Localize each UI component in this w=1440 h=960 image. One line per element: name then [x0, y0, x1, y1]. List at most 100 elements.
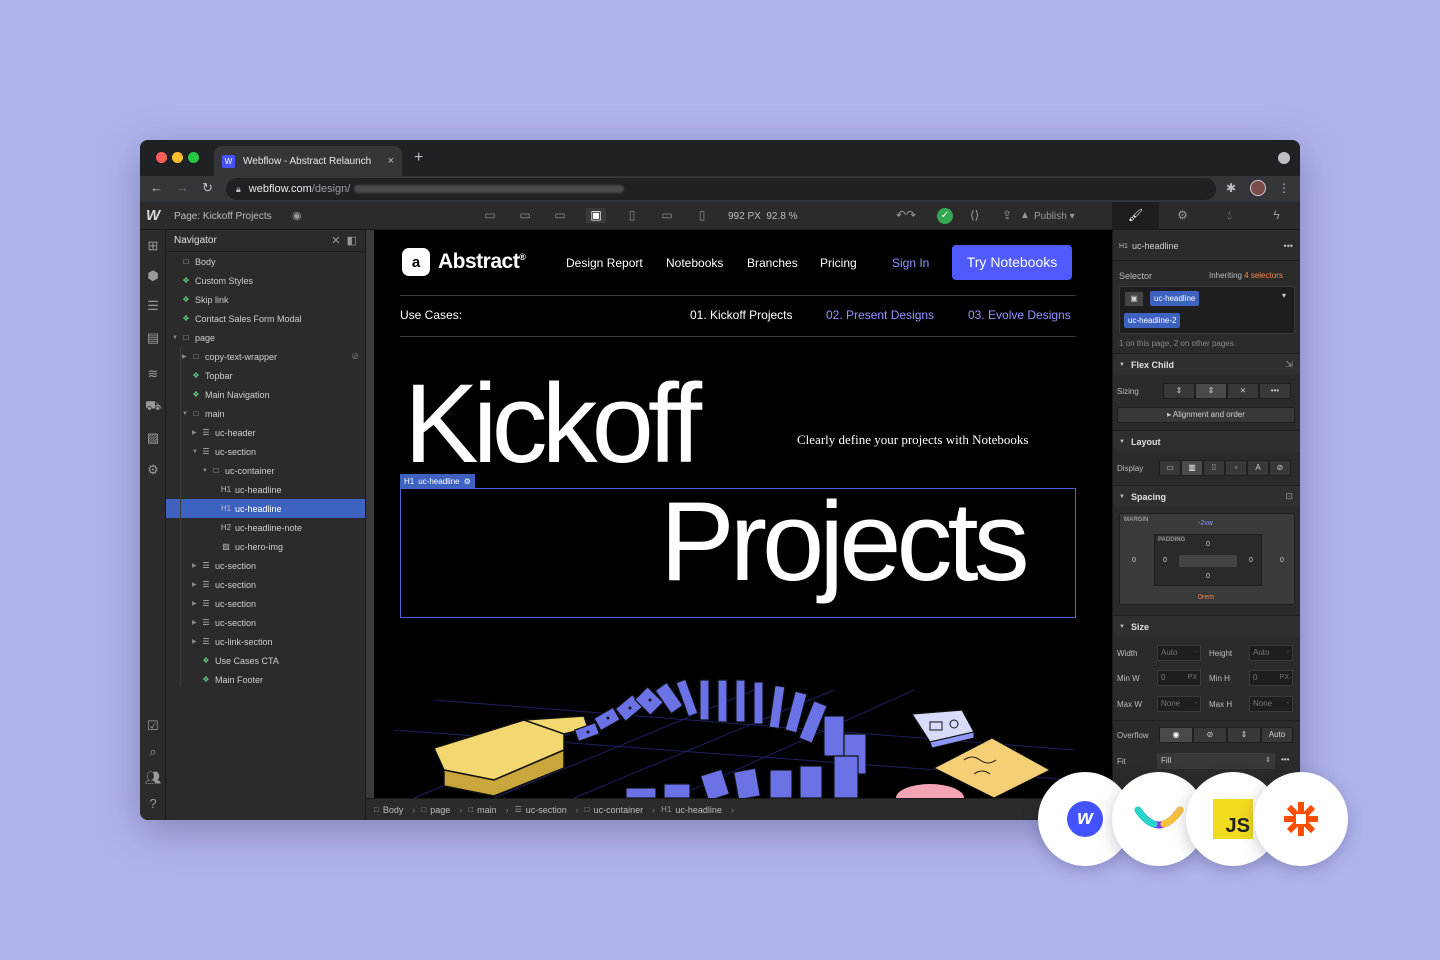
sign-in-link[interactable]: Sign In: [892, 256, 929, 270]
collapsed-caret-icon[interactable]: ▶: [192, 638, 200, 645]
navigator-node[interactable]: H1 uc-headline: [166, 499, 365, 518]
use-case-link-3[interactable]: 03. Evolve Designs: [968, 308, 1071, 322]
sizing-none-icon[interactable]: ⨯: [1227, 383, 1259, 399]
display-flex-icon[interactable]: ▥: [1181, 460, 1203, 476]
padding-top-value[interactable]: 0: [1206, 541, 1210, 548]
navigator-node[interactable]: ▶ ☰ uc-section: [166, 594, 365, 613]
sizing-more-icon[interactable]: •••: [1259, 383, 1291, 399]
max-width-field[interactable]: None -: [1157, 696, 1201, 712]
spacing-icon[interactable]: ⊡: [1285, 491, 1293, 502]
collapsed-caret-icon[interactable]: ▶: [192, 581, 200, 588]
collapsed-caret-icon[interactable]: ▶: [182, 353, 190, 360]
brand-name[interactable]: Abstract®: [438, 250, 526, 274]
navigator-node[interactable]: H1 uc-headline: [166, 480, 365, 499]
display-grid-icon[interactable]: ⁞⁞: [1203, 460, 1225, 476]
expanded-caret-icon[interactable]: ▼: [202, 468, 210, 474]
nav-link-pricing[interactable]: Pricing: [820, 256, 857, 270]
style-manager-drops-icon[interactable]: 💧︎: [1206, 202, 1253, 230]
alignment-order-toggle[interactable]: ▸ Alignment and order: [1117, 407, 1295, 423]
chevron-down-icon[interactable]: ▾: [1282, 291, 1286, 300]
height-field[interactable]: Auto -: [1249, 645, 1293, 661]
share-icon[interactable]: ⇪: [1002, 208, 1012, 222]
navigator-node[interactable]: ❖ Main Footer: [166, 670, 365, 689]
assets-image-icon[interactable]: ▨: [145, 430, 161, 446]
more-options-icon[interactable]: •••: [1284, 241, 1293, 251]
breakpoint-l-icon[interactable]: ▭: [550, 208, 570, 223]
nav-link-design-report[interactable]: Design Report: [566, 256, 643, 270]
selector-field[interactable]: ▣ uc-headline ▾ uc-headline-2: [1119, 286, 1295, 334]
webflow-logo-icon[interactable]: W: [146, 207, 160, 224]
overflow-visible-eye-icon[interactable]: ◉: [1159, 727, 1193, 743]
expanded-caret-icon[interactable]: ▼: [182, 411, 190, 417]
minimize-window-button[interactable]: [172, 152, 183, 163]
breakpoint-mobile-icon[interactable]: ▯: [692, 208, 712, 223]
hidden-eye-icon[interactable]: ⊘: [351, 351, 359, 362]
margin-left-value[interactable]: 0: [1132, 557, 1136, 564]
width-field[interactable]: Auto -: [1157, 645, 1201, 661]
margin-top-value[interactable]: -2vw: [1198, 520, 1213, 527]
publish-button[interactable]: Publish ▾: [1034, 211, 1075, 222]
cms-database-icon[interactable]: ≋: [145, 366, 161, 382]
tab-search-icon[interactable]: [1278, 152, 1290, 164]
collapsed-caret-icon[interactable]: ▶: [192, 619, 200, 626]
breakpoint-tablet-icon[interactable]: ▯: [622, 208, 642, 223]
preview-eye-icon[interactable]: ◉: [292, 209, 302, 222]
breadcrumb-item[interactable]: □ uc-container: [585, 805, 656, 815]
display-block-icon[interactable]: ▭: [1159, 460, 1181, 476]
headline-note[interactable]: Clearly define your projects with Notebo…: [797, 432, 1028, 448]
flex-child-section-header[interactable]: ▼ Flex Child ⇲: [1113, 353, 1300, 375]
padding-right-value[interactable]: 0: [1249, 557, 1253, 564]
navigator-icon[interactable]: ☰: [145, 298, 161, 314]
nav-link-branches[interactable]: Branches: [747, 256, 798, 270]
sizing-shrink-icon[interactable]: ⇕: [1163, 383, 1195, 399]
expanded-caret-icon[interactable]: ▼: [192, 449, 200, 455]
max-height-field[interactable]: None -: [1249, 696, 1293, 712]
browser-tab[interactable]: W Webflow - Abstract Relaunch ×: [214, 146, 402, 176]
navigator-node[interactable]: ▼ ☰ uc-section: [166, 442, 365, 461]
new-tab-button[interactable]: +: [414, 149, 423, 167]
ecommerce-cart-icon[interactable]: ⛟: [145, 398, 161, 414]
collapsed-caret-icon[interactable]: ▶: [192, 562, 200, 569]
fit-more-icon[interactable]: •••: [1281, 755, 1289, 764]
undo-redo-icon[interactable]: ↶↷: [896, 208, 916, 222]
collapsed-caret-icon[interactable]: ▶: [192, 429, 200, 436]
breadcrumb-item[interactable]: □ Body: [374, 805, 416, 815]
add-panel-icon[interactable]: ⊞: [145, 238, 161, 254]
maximize-window-button[interactable]: [188, 152, 199, 163]
display-inline-icon[interactable]: A: [1247, 460, 1269, 476]
symbols-cube-icon[interactable]: ⬢: [145, 268, 161, 284]
min-height-field[interactable]: 0 PX: [1249, 670, 1293, 686]
margin-bottom-value[interactable]: 0rem: [1198, 594, 1214, 601]
audit-check-icon[interactable]: ☑: [145, 718, 161, 734]
expand-icon[interactable]: ⇲: [1285, 359, 1293, 370]
breakpoint-landscape-icon[interactable]: ▭: [657, 208, 677, 223]
navigator-node[interactable]: ▼ □ main: [166, 404, 365, 423]
use-case-link-2[interactable]: 02. Present Designs: [826, 308, 934, 322]
browser-menu-icon[interactable]: ⋮: [1278, 181, 1290, 195]
overflow-hidden-icon[interactable]: ⊘: [1193, 727, 1227, 743]
forward-arrow-icon[interactable]: →: [176, 180, 189, 195]
layout-section-header[interactable]: ▼ Layout: [1113, 430, 1300, 452]
reload-icon[interactable]: ↻: [202, 180, 213, 196]
interactions-bolt-icon[interactable]: ϟ: [1253, 202, 1300, 230]
navigator-node[interactable]: ❖ Use Cases CTA: [166, 651, 365, 670]
nav-link-notebooks[interactable]: Notebooks: [666, 256, 723, 270]
current-page-label[interactable]: Page: Kickoff Projects: [174, 211, 272, 222]
display-inline-block-icon[interactable]: ▫: [1225, 460, 1247, 476]
navigator-node[interactable]: □ Body: [166, 252, 365, 271]
breadcrumb-item[interactable]: H1 uc-headline: [661, 805, 734, 815]
navigator-node[interactable]: ▨ uc-hero-img: [166, 537, 365, 556]
spacing-section-header[interactable]: ▼ Spacing ⊡: [1113, 485, 1300, 507]
display-none-icon[interactable]: ⊘: [1269, 460, 1291, 476]
navigator-node[interactable]: ❖ Contact Sales Form Modal: [166, 309, 365, 328]
navigator-node[interactable]: ▶ ☰ uc-section: [166, 613, 365, 632]
try-notebooks-button[interactable]: Try Notebooks: [952, 245, 1072, 280]
breakpoint-desktop-icon[interactable]: ▣: [586, 208, 606, 223]
navigator-node[interactable]: ❖ Skip link: [166, 290, 365, 309]
abstract-logo-icon[interactable]: a: [402, 248, 430, 276]
settings-gear-icon[interactable]: ⚙: [145, 462, 161, 478]
overflow-scroll-icon[interactable]: ⇕: [1227, 727, 1261, 743]
collaborators-icon[interactable]: 👥︎: [145, 770, 162, 786]
back-arrow-icon[interactable]: ←: [150, 180, 163, 195]
collapse-all-icon[interactable]: ✕ ◧: [331, 234, 357, 247]
